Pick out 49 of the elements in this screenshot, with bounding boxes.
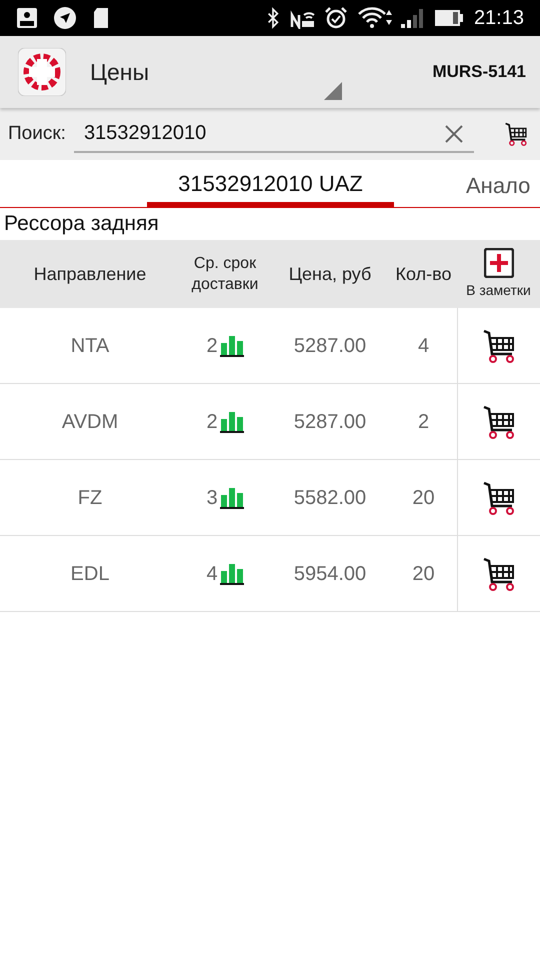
wifi-icon: [358, 7, 392, 29]
alarm-icon: [324, 6, 348, 30]
table-cell-text: 5287.00: [294, 410, 366, 434]
bar-chart-icon: [220, 410, 244, 432]
cart-icon[interactable]: [482, 480, 516, 516]
bluetooth-icon: [266, 7, 280, 29]
table-cell-text: EDL: [70, 562, 110, 586]
table-cell-text: 2: [206, 410, 218, 434]
table-cell-text: 5954.00: [294, 562, 366, 586]
part-name: Рессора задняя: [3, 211, 160, 238]
clear-icon[interactable]: [444, 124, 464, 144]
bar-chart-icon: [220, 486, 244, 508]
dropdown-corner-icon: [324, 82, 342, 100]
column-header: Направление: [32, 262, 148, 286]
signal-icon: [400, 7, 424, 29]
cart-icon[interactable]: [482, 404, 516, 440]
app-logo-icon[interactable]: [18, 48, 66, 96]
column-header: Цена, руб: [288, 262, 372, 286]
table-cell-text: 2: [418, 410, 430, 434]
table-cell-text: 5287.00: [294, 334, 366, 358]
tab[interactable]: Анало: [394, 160, 530, 207]
account-id: MURS-5141: [432, 61, 526, 84]
cart-icon[interactable]: [482, 328, 516, 364]
table-cell-text: 2: [206, 334, 218, 358]
table-cell-text: 20: [412, 562, 435, 586]
bar-chart-icon: [220, 334, 244, 356]
table-cell-text: 3: [206, 486, 218, 510]
bar-chart-icon: [220, 562, 244, 584]
sd-card-icon: [92, 7, 110, 29]
table-cell-text: 4: [206, 562, 218, 586]
table-cell-text: 5582.00: [294, 486, 366, 510]
search-label: Поиск:: [8, 122, 66, 146]
screen-dropdown[interactable]: Цены: [90, 36, 352, 108]
record-icon: [16, 7, 38, 29]
table-cell-text: FZ: [78, 486, 102, 510]
battery-icon: [434, 8, 464, 28]
add-note-icon[interactable]: [484, 248, 514, 278]
cart-icon[interactable]: [482, 556, 516, 592]
table-cell-text: AVDM: [62, 410, 118, 434]
column-header: Ср. срок доставки: [190, 254, 260, 295]
clock-time: 21:13: [474, 6, 524, 31]
tab[interactable]: 31532912010 UAZ: [147, 160, 394, 207]
cart-icon[interactable]: [504, 121, 528, 147]
table-cell-text: 20: [412, 486, 435, 510]
column-header: Кол-во: [394, 262, 452, 286]
table-cell-text: 4: [418, 334, 430, 358]
column-header: В заметки: [466, 280, 531, 300]
navigation-icon: [54, 7, 76, 29]
table-cell-text: NTA: [70, 334, 110, 358]
